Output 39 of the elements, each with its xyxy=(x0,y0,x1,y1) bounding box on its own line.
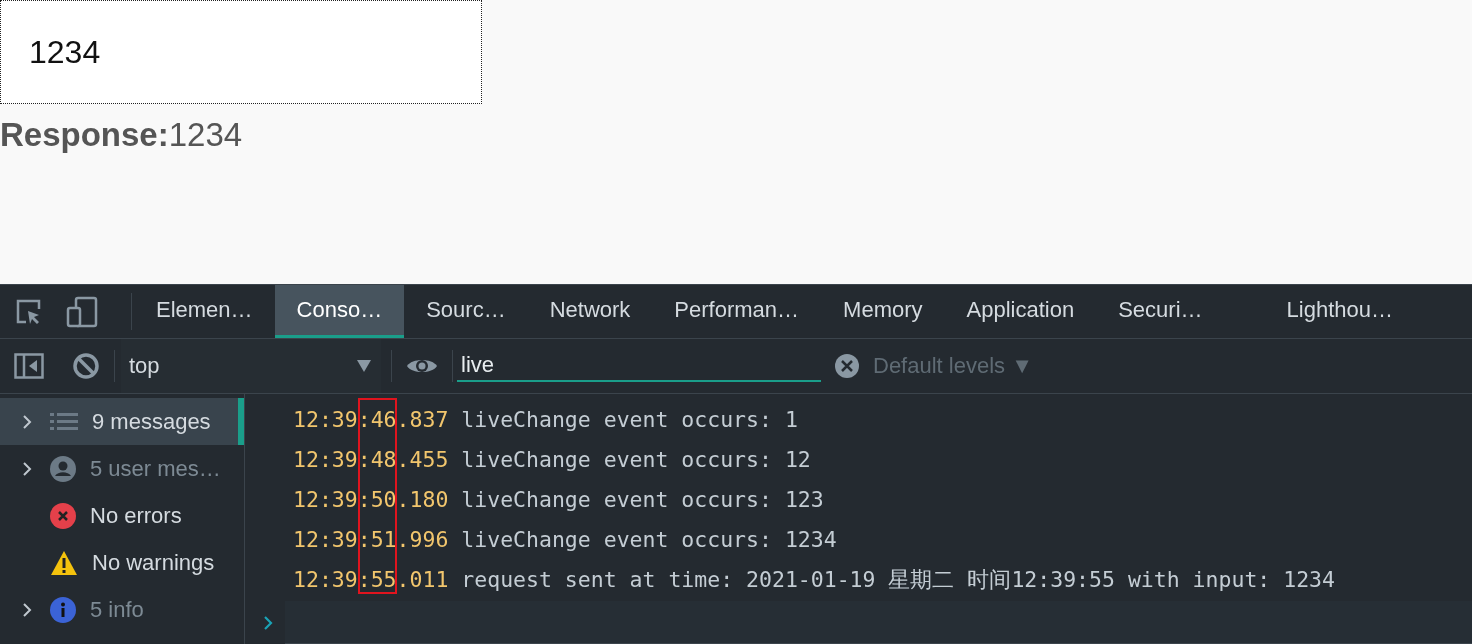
sidebar-item[interactable]: No warnings xyxy=(0,539,244,586)
sidebar-item[interactable]: No errors xyxy=(0,492,244,539)
devtools-tab[interactable]: Securi… xyxy=(1096,285,1225,338)
response-value: 1234 xyxy=(168,116,243,153)
user-icon xyxy=(50,455,76,482)
device-toggle-icon[interactable] xyxy=(66,295,98,328)
dropdown-caret-icon xyxy=(357,360,371,372)
text-input-field[interactable]: 1234 xyxy=(0,0,482,104)
prompt-chevron-icon xyxy=(263,616,273,630)
log-message: liveChange event occurs: 12 xyxy=(461,447,811,472)
devtools-tab[interactable]: Network xyxy=(527,285,653,338)
devtools-tab[interactable]: Application xyxy=(944,285,1097,338)
devtools-tab[interactable]: Memory xyxy=(821,285,945,338)
devtools-tab[interactable]: Sourc… xyxy=(404,285,528,338)
devtools-tab[interactable]: Performan… xyxy=(652,285,822,338)
log-message: liveChange event occurs: 123 xyxy=(461,487,824,512)
filter-field[interactable]: live xyxy=(457,350,821,382)
log-message: liveChange event occurs: 1 xyxy=(461,407,798,432)
chevron-icon[interactable] xyxy=(22,461,32,476)
text-input[interactable]: 1234 xyxy=(29,33,329,71)
log-message: liveChange event occurs: 1234 xyxy=(461,527,837,552)
clear-filter-icon[interactable] xyxy=(835,354,859,378)
info-icon xyxy=(50,596,76,623)
error-icon xyxy=(50,502,76,529)
console-input[interactable] xyxy=(285,601,1472,644)
chevron-icon[interactable] xyxy=(22,414,32,429)
devtools-tab[interactable]: Elemen… xyxy=(132,285,275,338)
sidebar-item[interactable]: 5 user mes… xyxy=(0,445,244,492)
sidebar-item[interactable]: 5 info xyxy=(0,586,244,633)
devtools-tab[interactable]: Lighthou… xyxy=(1264,285,1415,338)
list-icon xyxy=(50,412,78,431)
sidebar-item[interactable]: 9 messages xyxy=(0,398,244,445)
response-label: Response: xyxy=(0,116,169,153)
log-message: request sent at time: 2021-01-19 星期二 时间12:39:55 with input: 1234 xyxy=(461,567,1335,592)
sidebar-toggle-icon[interactable] xyxy=(14,353,44,379)
warning-icon xyxy=(50,549,78,576)
devtools-tab[interactable]: Conso… xyxy=(274,285,405,338)
chevron-icon[interactable] xyxy=(22,602,32,617)
clear-icon[interactable] xyxy=(72,352,100,380)
